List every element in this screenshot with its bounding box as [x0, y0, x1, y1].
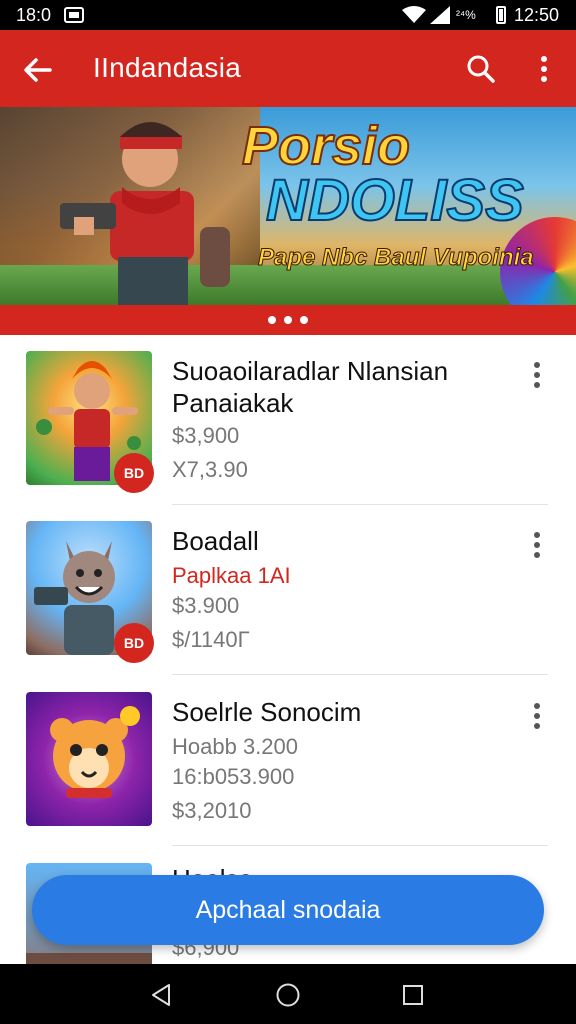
wifi-icon — [402, 6, 426, 23]
more-vert-icon — [534, 703, 540, 729]
divider — [172, 674, 548, 675]
notification-icon — [64, 7, 84, 23]
nav-back-button[interactable] — [146, 980, 176, 1010]
back-button[interactable] — [18, 50, 58, 90]
nav-home-button[interactable] — [273, 980, 303, 1010]
pager-dot[interactable] — [268, 316, 276, 324]
list-item[interactable]: BD Boadall Paplkaa 1AI $3.900 $/1140Г — [0, 505, 576, 675]
arrow-back-icon — [24, 58, 52, 82]
game-title[interactable]: Boadall — [172, 525, 512, 557]
game-publisher: Paplkaa 1AI — [172, 563, 291, 588]
banner-headline-2: NDOLISS — [265, 167, 525, 234]
overflow-menu-button[interactable] — [526, 48, 562, 90]
triangle-back-icon — [152, 984, 170, 1006]
app-bar: IIndandasia — [0, 30, 576, 107]
game-subprice: X7,3.90 — [172, 457, 248, 482]
more-vert-icon — [534, 362, 540, 388]
banner-pager — [0, 305, 576, 335]
battery-icon — [496, 6, 506, 24]
more-vert-icon — [541, 56, 547, 82]
game-subprice: $3,2010 — [172, 798, 252, 823]
game-subtitle: Hoabb 3.200 — [172, 734, 298, 759]
status-time: 18:0 — [16, 5, 52, 25]
game-title[interactable]: Soelrle Sonocim — [172, 696, 512, 728]
sale-badge: BD — [114, 453, 154, 493]
nav-recents-button[interactable] — [398, 980, 428, 1010]
game-price: 16:b053.900 — [172, 764, 295, 789]
item-menu-button[interactable] — [522, 357, 552, 393]
status-bar: 18:0 ²⁴% 12:50 — [0, 0, 576, 30]
pager-dot[interactable] — [284, 316, 292, 324]
signal-icon — [430, 6, 450, 24]
pager-dot[interactable] — [300, 316, 308, 324]
status-data-indicator: ²⁴% — [456, 8, 476, 22]
system-nav-bar — [0, 964, 576, 1024]
hero-character-icon — [60, 122, 230, 305]
banner-tagline: Pape Nbc Baul Vupoinia — [258, 244, 535, 272]
square-recents-icon — [403, 985, 423, 1005]
item-menu-button[interactable] — [522, 527, 552, 563]
primary-action-button[interactable]: Apchaal snodaia — [32, 875, 544, 945]
game-subprice: $/1140Г — [172, 627, 250, 652]
game-thumbnail[interactable] — [26, 692, 152, 826]
search-icon — [467, 55, 495, 83]
sale-badge: BD — [114, 623, 154, 663]
divider — [172, 845, 548, 846]
circle-home-icon — [276, 983, 300, 1007]
search-button[interactable] — [460, 48, 502, 90]
hamster-character-icon — [50, 706, 140, 798]
item-menu-button[interactable] — [522, 698, 552, 734]
list-item[interactable]: BD Suoaoilaradlar Nlansian Panaiakak $3,… — [0, 335, 576, 505]
game-price: $3.900 — [172, 593, 240, 618]
game-title[interactable]: Suoaoilaradlar Nlansian Panaiakak — [172, 355, 512, 419]
status-clock: 12:50 — [514, 5, 560, 25]
list-item[interactable]: Soelrle Sonocim Hoabb 3.200 16:b053.900 … — [0, 676, 576, 846]
page-title: IIndandasia — [93, 52, 242, 83]
game-price: $3,900 — [172, 423, 240, 448]
more-vert-icon — [534, 532, 540, 558]
